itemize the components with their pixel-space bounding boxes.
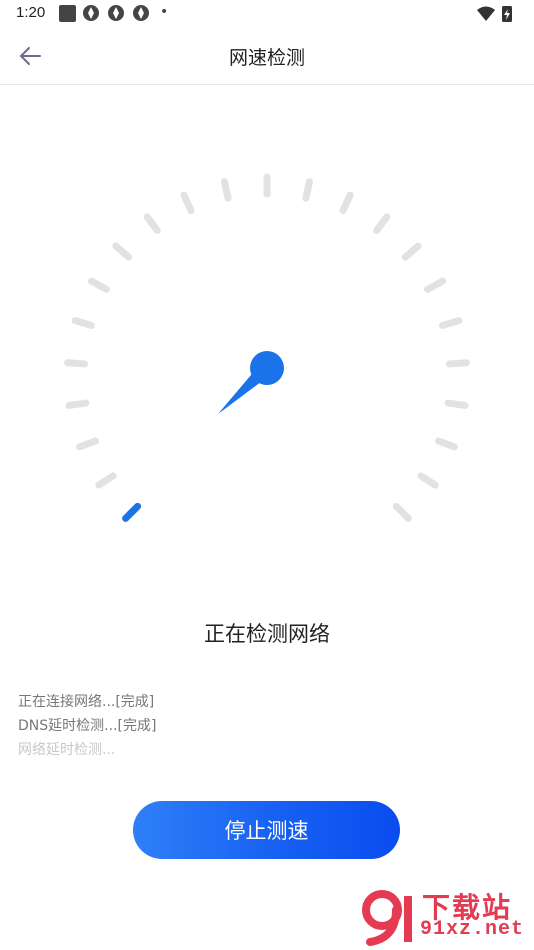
log-line: 网络延时检测... xyxy=(18,742,116,758)
gauge-tick xyxy=(143,213,161,235)
stop-speed-test-button[interactable]: 停止测速 xyxy=(133,801,400,859)
gauge-tick xyxy=(87,277,110,293)
gauge-tick xyxy=(417,472,439,489)
watermark-logo-mark xyxy=(362,890,412,946)
gauge-tick xyxy=(373,213,391,235)
gauge-tick xyxy=(392,502,412,522)
gauge-tick xyxy=(444,399,469,409)
gauge-tick xyxy=(112,242,133,261)
gauge-tick xyxy=(424,277,447,293)
gauge-tick xyxy=(64,359,88,368)
gauge-tick xyxy=(439,317,463,329)
gauge-tick xyxy=(95,472,117,489)
watermark-logo: 下载站 91xz.net xyxy=(360,886,528,948)
detection-status-text: 正在检测网络 xyxy=(204,622,330,646)
gauge-tick xyxy=(76,437,100,451)
gauge-tick xyxy=(71,317,95,329)
gauge-needle-hub xyxy=(250,351,284,385)
gauge-tick-active xyxy=(122,502,142,522)
gauge-tick xyxy=(220,178,232,202)
gauge-tick xyxy=(434,437,458,451)
log-line: 正在连接网络...[完成] xyxy=(18,694,155,710)
gauge-tick xyxy=(446,359,470,368)
gauge-tick xyxy=(180,191,195,215)
gauge-tick xyxy=(65,399,90,409)
gauge-tick xyxy=(401,242,422,261)
gauge-tick xyxy=(302,178,314,202)
detection-log: 正在连接网络...[完成] DNS延时检测...[完成] 网络延时检测... xyxy=(18,690,498,758)
speed-gauge xyxy=(64,173,470,522)
gauge-tick xyxy=(339,191,354,215)
watermark-url: 91xz.net xyxy=(420,918,525,941)
log-line: DNS延时检测...[完成] xyxy=(18,718,157,734)
